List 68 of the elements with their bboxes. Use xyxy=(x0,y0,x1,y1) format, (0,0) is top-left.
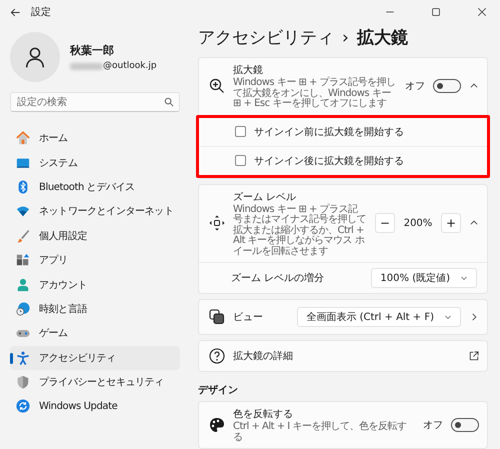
bluetooth-icon xyxy=(16,180,30,194)
move-arrows-icon xyxy=(209,215,225,232)
selection-indicator xyxy=(10,352,13,364)
sidebar-item[interactable]: 個人用設定 xyxy=(10,224,180,248)
search-field[interactable]: 設定の検索 xyxy=(10,92,180,112)
blurred-text xyxy=(70,62,103,70)
sidebar-item[interactable]: アカウント xyxy=(10,272,180,297)
person-icon xyxy=(24,46,46,68)
setting-title: 拡大鏡の詳細 xyxy=(233,350,294,363)
toggle-switch[interactable] xyxy=(451,418,479,432)
page-title: 拡大鏡 xyxy=(356,27,408,49)
checkbox[interactable] xyxy=(235,155,246,166)
search-icon xyxy=(164,97,174,107)
toggle-label: オフ xyxy=(405,80,425,94)
sync-icon xyxy=(16,399,30,414)
checkbox[interactable] xyxy=(235,126,246,137)
zoom-in-icon xyxy=(209,78,225,94)
overlapping-squares-icon xyxy=(209,309,225,325)
setting-title: ビュー xyxy=(233,311,264,324)
zoom-value: 200% xyxy=(403,218,433,229)
increase-button[interactable]: + xyxy=(441,213,461,234)
dropdown[interactable]: 全画面表示 (Ctrl + Alt + F) xyxy=(297,307,461,327)
setting-description: Windows キー ⊞ + プラス記号を押して拡大鏡をオンにし、Windows キー ⊞ + Esc キーを押してオフにします xyxy=(233,78,397,110)
close-icon xyxy=(477,7,487,17)
palette-icon xyxy=(209,417,225,433)
window-title: 設定 xyxy=(31,6,51,19)
sidebar-item[interactable]: ホーム xyxy=(10,126,180,150)
monitor-icon xyxy=(16,156,30,170)
sidebar-item[interactable]: ネットワークとインターネット xyxy=(10,199,180,224)
breadcrumb-link[interactable]: アクセシビリティ xyxy=(198,26,334,49)
help-icon xyxy=(209,348,225,364)
setting-title: ズーム レベルの増分 xyxy=(231,272,326,285)
sidebar-item[interactable]: Windows Update xyxy=(10,394,180,419)
sidebar-item[interactable]: アプリ xyxy=(10,248,180,272)
chevron-down-icon xyxy=(460,274,468,282)
sidebar-item[interactable]: アクセシビリティ xyxy=(10,346,180,370)
setting-description: Windows キー ⊞ + プラス記号またはマイナス記号を押して拡大または縮小するか、Ctrl + Alt キーを押しながらマウス ホイールを回転させます xyxy=(233,204,367,257)
breadcrumb-separator: › xyxy=(342,28,349,48)
toggle-switch[interactable] xyxy=(433,79,461,94)
shield-icon xyxy=(16,375,30,390)
setting-title: 拡大鏡 xyxy=(233,64,264,77)
setting-title: 色を反転する xyxy=(233,408,294,421)
setting-title: ズーム レベル xyxy=(233,190,298,204)
toggle-label: オフ xyxy=(423,419,443,432)
checkbox-label: サインイン前に拡大鏡を開始する xyxy=(254,126,404,138)
decrease-button[interactable]: − xyxy=(375,213,395,234)
back-icon[interactable] xyxy=(10,6,21,18)
chevron-down-icon xyxy=(444,313,452,321)
sidebar-item[interactable]: プライバシーとセキュリティ xyxy=(10,370,180,394)
person-icon xyxy=(16,278,30,292)
sidebar-item[interactable]: システム xyxy=(10,150,180,175)
apps-icon xyxy=(16,253,30,268)
section-heading: デザイン xyxy=(198,384,239,397)
checkbox-label: サインイン後に拡大鏡を開始する xyxy=(254,154,404,168)
external-link-icon[interactable] xyxy=(469,351,479,361)
accessibility-icon xyxy=(16,350,30,365)
globe-clock-icon xyxy=(16,302,30,316)
maximize-icon xyxy=(431,7,441,17)
user-email: @outlook.jp xyxy=(103,61,157,71)
setting-description: Ctrl + Alt + I キーを押して、色を反転する xyxy=(233,422,408,443)
sidebar-item[interactable]: ゲーム xyxy=(10,321,180,346)
user-name: 秋葉一郎 xyxy=(70,43,115,58)
sidebar-item[interactable]: 時刻と言語 xyxy=(10,296,180,322)
dropdown[interactable]: 100% (既定値) xyxy=(371,268,477,288)
sidebar-item[interactable]: Bluetooth とデバイス xyxy=(10,174,180,200)
house-icon xyxy=(16,131,30,146)
brush-icon xyxy=(16,228,30,243)
wifi-icon xyxy=(16,204,30,218)
